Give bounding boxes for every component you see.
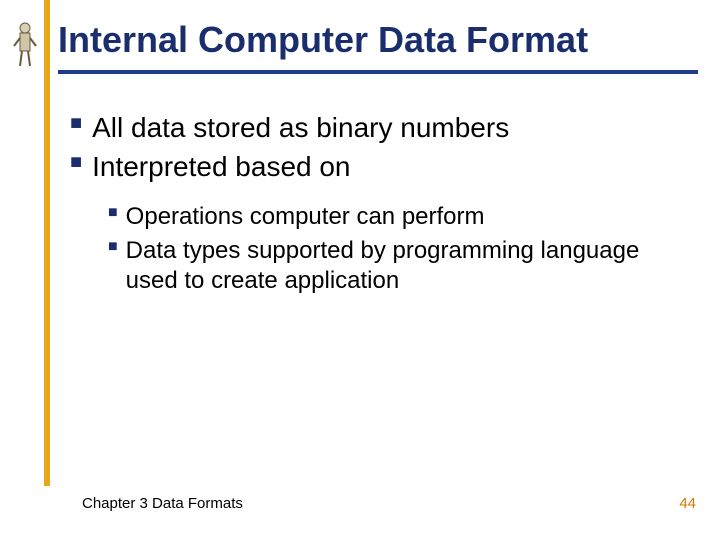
bullet-list-level1: ■ All data stored as binary numbers ■ In…: [70, 110, 690, 184]
body: ■ All data stored as binary numbers ■ In…: [70, 110, 690, 300]
bullet-icon: ■: [70, 149, 82, 175]
bullet-list-level2: ■ Operations computer can perform ■ Data…: [108, 202, 690, 296]
list-item-text: Data types supported by programming lang…: [126, 236, 690, 296]
list-item: ■ Data types supported by programming la…: [108, 236, 690, 296]
slide: Internal Computer Data Format ■ All data…: [0, 0, 720, 540]
vertical-accent-rule: [44, 0, 50, 486]
list-item: ■ All data stored as binary numbers: [70, 110, 690, 145]
list-item: ■ Interpreted based on: [70, 149, 690, 184]
list-item: ■ Operations computer can perform: [108, 202, 690, 232]
bullet-icon: ■: [70, 110, 82, 136]
bullet-icon: ■: [108, 202, 118, 224]
list-item-text: Interpreted based on: [92, 149, 350, 184]
title-underline: [58, 70, 698, 74]
slide-title: Internal Computer Data Format: [58, 20, 700, 60]
list-item-text: All data stored as binary numbers: [92, 110, 509, 145]
mascot-icon: [10, 20, 40, 70]
footer-chapter: Chapter 3 Data Formats: [82, 495, 243, 512]
list-item-text: Operations computer can perform: [126, 202, 485, 232]
footer-page-number: 44: [679, 495, 696, 512]
bullet-icon: ■: [108, 236, 118, 258]
title-area: Internal Computer Data Format: [58, 20, 700, 74]
